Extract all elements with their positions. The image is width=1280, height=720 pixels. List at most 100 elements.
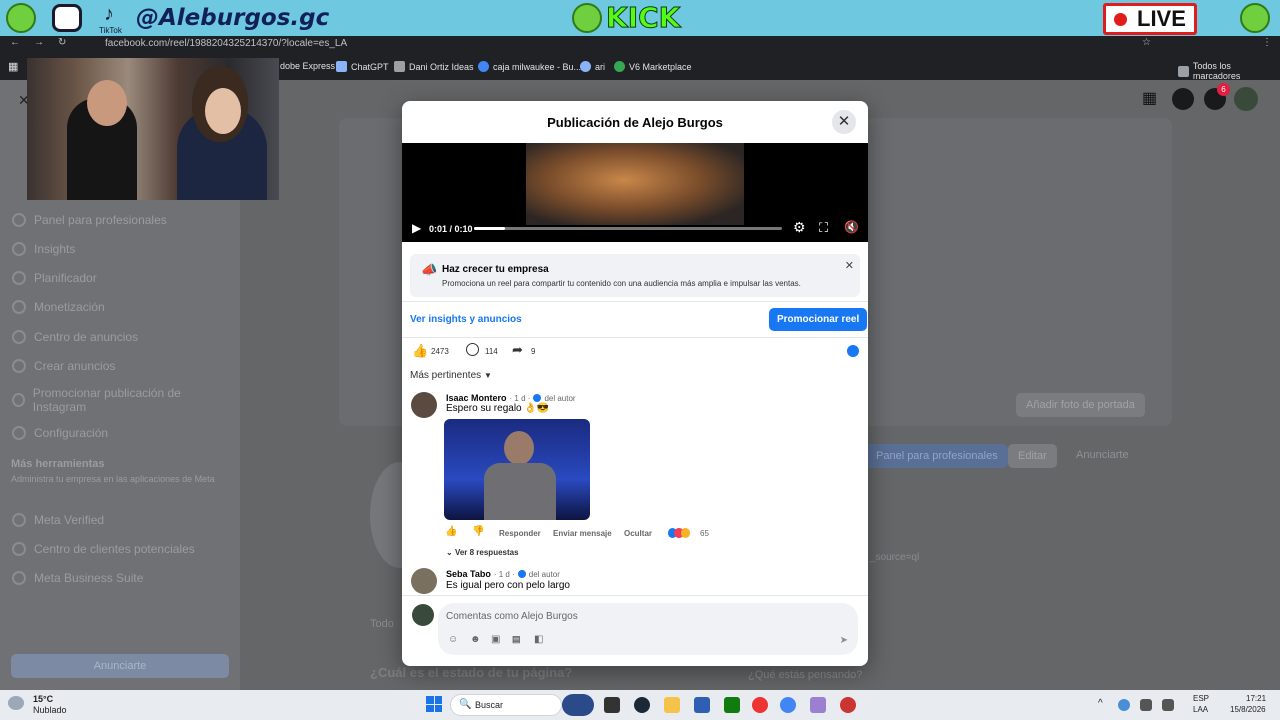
bookmark-item[interactable]: ari (580, 61, 605, 72)
steam-icon[interactable] (634, 697, 650, 713)
instagram-icon (52, 4, 82, 32)
insights-link[interactable]: Ver insights y anuncios (410, 314, 522, 325)
menu-grid-icon[interactable]: ▦ (1142, 88, 1160, 107)
send-icon[interactable]: ➤ (840, 635, 848, 646)
like-icon[interactable]: 👍 (412, 343, 428, 359)
comment-input[interactable]: Comentas como Alejo Burgos (446, 611, 578, 622)
close-icon[interactable]: ✕ (832, 110, 856, 134)
view-replies-link[interactable]: ⌄ Ver 8 respuestas (446, 548, 519, 557)
sidebar-item-insights[interactable]: Insights (12, 242, 75, 256)
sort-dropdown[interactable]: Más pertinentes ▼ (410, 370, 492, 381)
search-highlight-icon[interactable] (562, 694, 594, 716)
modal-title: Publicación de Alejo Burgos (547, 115, 723, 130)
edit-button[interactable]: Editar (1008, 444, 1057, 468)
send-message-button[interactable]: Enviar mensaje (553, 529, 612, 538)
messenger-icon[interactable] (1172, 88, 1194, 110)
apps-grid-icon[interactable]: ▦ (8, 60, 18, 73)
file-explorer-icon[interactable] (664, 697, 680, 713)
commenter-avatar[interactable] (411, 392, 437, 418)
clock-time[interactable]: 17:21 (1246, 694, 1266, 703)
reply-button[interactable]: Responder (499, 529, 541, 538)
obs-icon[interactable] (840, 697, 856, 713)
snipping-icon[interactable] (810, 697, 826, 713)
comment-dislike-icon[interactable]: 👎 (472, 526, 484, 537)
stream-handle: @Aleburgos.gc (136, 5, 330, 31)
close-promo-icon[interactable]: ✕ (845, 259, 854, 272)
lang-primary[interactable]: ESP (1193, 694, 1209, 703)
avatar-sticker-icon[interactable]: ☺ (448, 634, 458, 645)
bookmark-item[interactable]: caja milwaukee - Bu... (478, 61, 581, 72)
comment-composer[interactable]: Comentas como Alejo Burgos ☺ ☻ ▣ ▤ ◧ ➤ (438, 603, 858, 655)
sidebar-item-business-suite[interactable]: Meta Business Suite (12, 571, 143, 585)
bookmark-item[interactable]: V6 Marketplace (614, 61, 692, 72)
promote-reel-button[interactable]: Promocionar reel (769, 308, 868, 331)
hide-button[interactable]: Ocultar (624, 529, 652, 538)
advertise-link[interactable]: Anunciarte (1076, 449, 1129, 461)
sidebar-item-settings[interactable]: Configuración (12, 426, 108, 440)
status-prompt: ¿Cuál es el estado de tu página? (370, 665, 573, 680)
sidebar-item-create-ads[interactable]: Crear anuncios (12, 359, 115, 373)
tray-chevron-icon[interactable]: ^ (1098, 698, 1103, 709)
bookmark-item[interactable]: Dani Ortiz Ideas (394, 61, 474, 72)
sidebar-item-ad-center[interactable]: Centro de anuncios (12, 330, 138, 344)
kick-frog-icon (572, 3, 602, 33)
share-icon[interactable]: ➦ (512, 342, 523, 358)
xbox-icon[interactable] (724, 697, 740, 713)
mute-icon[interactable]: 🔇 (844, 220, 859, 234)
commenter-name[interactable]: Seba Tabo (446, 569, 491, 579)
volume-icon[interactable] (1162, 699, 1174, 711)
more-tools-subtitle: Administra tu empresa en las aplicacione… (11, 474, 215, 484)
browser-address-bar: ← → ↻ facebook.com/reel/1988204325214370… (0, 36, 1280, 52)
comment-icon[interactable] (466, 343, 479, 356)
advertise-button[interactable]: Anunciarte (11, 654, 229, 678)
windows-start-icon[interactable] (426, 696, 442, 712)
webcam-overlay (27, 58, 279, 200)
video-player[interactable]: ▶ 0:01 / 0:10 ⚙ ⛶ 🔇 (402, 143, 868, 242)
meta-icon (12, 571, 26, 585)
professional-panel-button[interactable]: Panel para profesionales (866, 444, 1008, 468)
gif-icon[interactable]: ▤ (512, 634, 521, 645)
play-icon[interactable]: ▶ (412, 221, 421, 235)
whats-on-mind-input[interactable]: ¿Qué estás pensando? (748, 669, 862, 681)
reload-icon[interactable]: ↻ (58, 37, 66, 48)
bookmark-item[interactable]: ChatGPT (336, 61, 389, 72)
camera-icon[interactable]: ▣ (491, 634, 500, 645)
video-progress-track[interactable] (474, 227, 782, 230)
author-badge-icon (533, 394, 542, 402)
network-icon[interactable] (1118, 699, 1130, 711)
forward-icon[interactable]: → (34, 37, 44, 48)
store-icon[interactable] (694, 697, 710, 713)
emoji-icon[interactable]: ☻ (470, 634, 481, 645)
wifi-icon[interactable] (1140, 699, 1152, 711)
tab-all[interactable]: Todo (370, 618, 394, 630)
browser-menu-icon[interactable]: ⋮ (1262, 37, 1272, 48)
chrome-icon[interactable] (780, 697, 796, 713)
fullscreen-icon[interactable]: ⛶ (819, 220, 828, 236)
commenter-avatar[interactable] (411, 568, 437, 594)
haha-reaction-icon (680, 528, 690, 538)
sidebar-item-panel[interactable]: Panel para profesionales (12, 213, 167, 227)
sidebar-item-leads-center[interactable]: Centro de clientes potenciales (12, 542, 195, 556)
sidebar-item-planner[interactable]: Planificador (12, 271, 97, 285)
all-bookmarks[interactable]: Todos los marcadores (1178, 61, 1280, 81)
sidebar-item-monetization[interactable]: Monetización (12, 300, 105, 314)
comment-gif-image[interactable] (444, 419, 590, 520)
url-text[interactable]: facebook.com/reel/1988204325214370/?loca… (105, 38, 347, 49)
bookmark-star-icon[interactable]: ☆ (1142, 37, 1151, 48)
add-cover-button[interactable]: Añadir foto de portada (1016, 393, 1145, 417)
back-icon[interactable]: ← (10, 37, 20, 48)
kick-logo: KICK (605, 1, 681, 35)
sidebar-item-meta-verified[interactable]: Meta Verified (12, 513, 104, 527)
app-red-icon[interactable] (752, 697, 768, 713)
bookmark-item[interactable]: dobe Express (280, 61, 335, 71)
task-view-icon[interactable] (604, 697, 620, 713)
sidebar-item-promote-instagram[interactable]: Promocionar publicación de Instagram (12, 386, 212, 414)
settings-gear-icon[interactable]: ⚙ (793, 219, 806, 236)
comment-like-icon[interactable]: 👍 (445, 526, 457, 537)
tiktok-label: TikTok (99, 26, 122, 35)
weather-temp[interactable]: 15°C (33, 694, 53, 704)
taskbar-search[interactable]: 🔍 Buscar (450, 694, 562, 716)
profile-avatar[interactable] (1234, 87, 1258, 111)
sticker-icon[interactable]: ◧ (534, 634, 543, 645)
commenter-name[interactable]: Isaac Montero (446, 393, 507, 403)
